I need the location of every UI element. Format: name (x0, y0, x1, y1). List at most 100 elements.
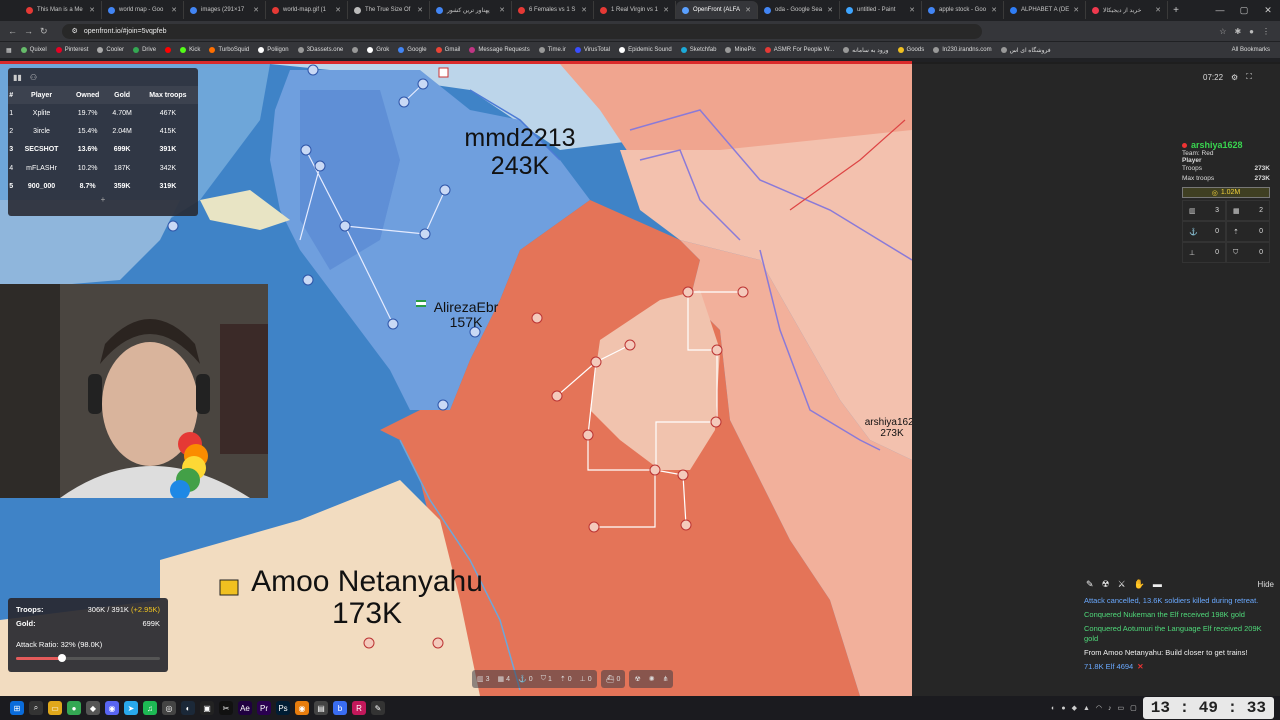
build-atom-bomb-button[interactable]: ☢ (634, 675, 640, 683)
nuke-filter-icon[interactable]: ☢ (1102, 579, 1110, 590)
build-factory-button[interactable]: ▦ 4 (498, 675, 511, 684)
tab-close-icon[interactable]: ✕ (1073, 6, 1079, 14)
bookmark-item[interactable]: MinePic (725, 47, 756, 53)
fullscreen-icon[interactable]: ⛶ (1246, 72, 1252, 82)
attack-ratio-slider[interactable] (16, 654, 160, 662)
bookmark-item[interactable]: Epidemic Sound (619, 47, 672, 53)
build-city-button[interactable]: ▥ 3 (477, 675, 490, 684)
bookmark-item[interactable]: Cooler (97, 47, 124, 53)
build-defense-post-button[interactable]: ⛉ 1 (541, 675, 552, 683)
bookmark-item[interactable] (352, 47, 359, 53)
after-effects-icon[interactable]: Ae (238, 701, 252, 715)
tray-icon[interactable]: ◐ (1051, 705, 1055, 712)
browser-tab[interactable]: ALPHABET A (DE ✕ (1004, 1, 1086, 19)
bookmark-item[interactable]: VirusTotal (574, 47, 610, 53)
spotify-icon[interactable]: ♫ (143, 701, 157, 715)
profile-icon[interactable]: ● (1249, 27, 1254, 36)
browser-tab[interactable]: 1 Real Virgin vs 1 ✕ (594, 1, 676, 19)
event-message[interactable]: 71.8K Elf 4694 ✕ (1078, 660, 1274, 674)
chat-filter-icon[interactable]: ▬ (1153, 579, 1162, 589)
team-toggle-icon[interactable]: ⚇ (30, 73, 37, 82)
steam-icon[interactable]: ◐ (181, 701, 195, 715)
tab-close-icon[interactable]: ✕ (909, 6, 915, 14)
browser-tab[interactable]: OpenFront (ALFA ✕ (676, 1, 758, 19)
bookmark-star-icon[interactable]: ☆ (1219, 27, 1226, 36)
volume-icon[interactable]: ♪ (1108, 705, 1112, 712)
event-message[interactable]: From Amoo Netanyahu: Build closer to get… (1078, 646, 1274, 660)
new-tab-button[interactable]: + (1168, 5, 1184, 16)
capcut-icon[interactable]: ✂ (219, 701, 233, 715)
tab-close-icon[interactable]: ✕ (89, 6, 95, 14)
bookmark-item[interactable] (165, 47, 172, 53)
minimize-icon[interactable]: — (1208, 0, 1232, 20)
tab-close-icon[interactable]: ✕ (581, 6, 587, 14)
reload-icon[interactable]: ↻ (40, 26, 48, 37)
photoshop-icon[interactable]: Ps (276, 701, 290, 715)
bookmark-item[interactable]: Goods (897, 47, 924, 53)
cancel-attack-icon[interactable]: ✕ (1137, 662, 1143, 671)
obs-icon[interactable]: ◎ (162, 701, 176, 715)
browser-tab[interactable]: پهناور ترین کشور ✕ (430, 1, 512, 19)
bookmark-item[interactable]: In230.irandns.com (933, 47, 992, 53)
leaderboard-row[interactable]: 3 SECSHOT 13.6% 699K 391K (8, 141, 198, 159)
sword-filter-icon[interactable]: ⚔ (1118, 579, 1126, 590)
pen-icon[interactable]: ✎ (371, 701, 385, 715)
browser-tab[interactable]: oda - Google Sea ✕ (758, 1, 840, 19)
battery-icon[interactable]: ▭ (1118, 704, 1125, 712)
app-icon[interactable]: ◆ (86, 701, 100, 715)
apps-grid-icon[interactable]: ▦ (6, 47, 12, 54)
tab-close-icon[interactable]: ✕ (335, 6, 341, 14)
browser-tab[interactable]: world-map.gif (1 ✕ (266, 1, 348, 19)
premiere-icon[interactable]: Pr (257, 701, 271, 715)
telegram-icon[interactable]: ➤ (124, 701, 138, 715)
build-mirv-button[interactable]: ⋔ (663, 675, 669, 683)
tab-close-icon[interactable]: ✕ (171, 6, 177, 14)
hide-events-button[interactable]: Hide (1258, 580, 1274, 589)
leaderboard-header[interactable]: Gold (106, 86, 138, 104)
tray-icon[interactable]: ● (1061, 705, 1065, 712)
site-info-icon[interactable]: ⚙ (72, 27, 78, 35)
bookmark-item[interactable]: TurboSquid (209, 47, 249, 53)
leaderboard-toggle-icon[interactable]: ▮▮ (13, 73, 22, 82)
app2-icon[interactable]: b (333, 701, 347, 715)
tab-close-icon[interactable]: ✕ (499, 6, 505, 14)
leaderboard-row[interactable]: 4 mFLASHr 10.2% 187K 342K (8, 159, 198, 177)
tab-close-icon[interactable]: ✕ (991, 6, 997, 14)
tab-close-icon[interactable]: ✕ (745, 6, 751, 14)
browser-tab[interactable]: apple stock - Goo ✕ (922, 1, 1004, 19)
leaderboard-row[interactable]: 5 900_000 8.7% 359K 319K (8, 177, 198, 195)
leaderboard-header[interactable]: Player (14, 86, 69, 104)
bookmark-item[interactable]: Time.ir (538, 47, 566, 53)
extensions-icon[interactable]: ✱ (1234, 27, 1241, 36)
url-field[interactable]: ⚙ openfront.io/#join=5vqpfeb (61, 23, 982, 39)
tab-close-icon[interactable]: ✕ (827, 6, 833, 14)
bookmark-item[interactable]: Sketchfab (680, 47, 716, 53)
bookmark-item[interactable]: ورود به سامانه (843, 47, 889, 54)
all-bookmarks-folder[interactable]: All Bookmarks (1232, 47, 1280, 53)
attack-ratio-thumb[interactable] (58, 654, 67, 662)
search-icon[interactable]: ⌕ (29, 701, 43, 715)
bookmark-item[interactable]: فروشگاه ای اس (1000, 47, 1051, 54)
leaderboard-expand-button[interactable]: + (8, 195, 198, 204)
bookmark-item[interactable]: ASMR For People W... (764, 47, 834, 53)
bookmark-item[interactable]: Message Requests (469, 47, 530, 53)
leaderboard-header[interactable]: Owned (68, 86, 107, 104)
browser-tab[interactable]: images (291×17 ✕ (184, 1, 266, 19)
blender-icon[interactable]: ◉ (295, 701, 309, 715)
build-port-button[interactable]: ⚓ 0 (518, 675, 533, 684)
terminal-icon[interactable]: ▣ (200, 701, 214, 715)
tab-close-icon[interactable]: ✕ (663, 6, 669, 14)
tray-icon[interactable]: ◆ (1072, 704, 1077, 712)
start-icon[interactable]: ⊞ (10, 701, 24, 715)
settings-gear-icon[interactable]: ⚙ (1231, 73, 1238, 82)
chrome-icon[interactable]: ● (67, 701, 81, 715)
handshake-filter-icon[interactable]: ✋ (1134, 579, 1145, 590)
browser-tab[interactable]: world map - Goo ✕ (102, 1, 184, 19)
event-message[interactable]: Attack cancelled, 13.6K soldiers killed … (1078, 594, 1274, 608)
bookmark-item[interactable]: Poliigon (258, 47, 289, 53)
maximize-icon[interactable]: ▢ (1232, 0, 1256, 20)
build-missile-silo-button[interactable]: ⇡ 0 (560, 675, 572, 684)
event-message[interactable]: Conquered Nukeman the Elf received 198K … (1078, 608, 1274, 622)
forward-icon[interactable]: → (24, 26, 33, 37)
wifi-icon[interactable]: ◠ (1096, 704, 1102, 712)
